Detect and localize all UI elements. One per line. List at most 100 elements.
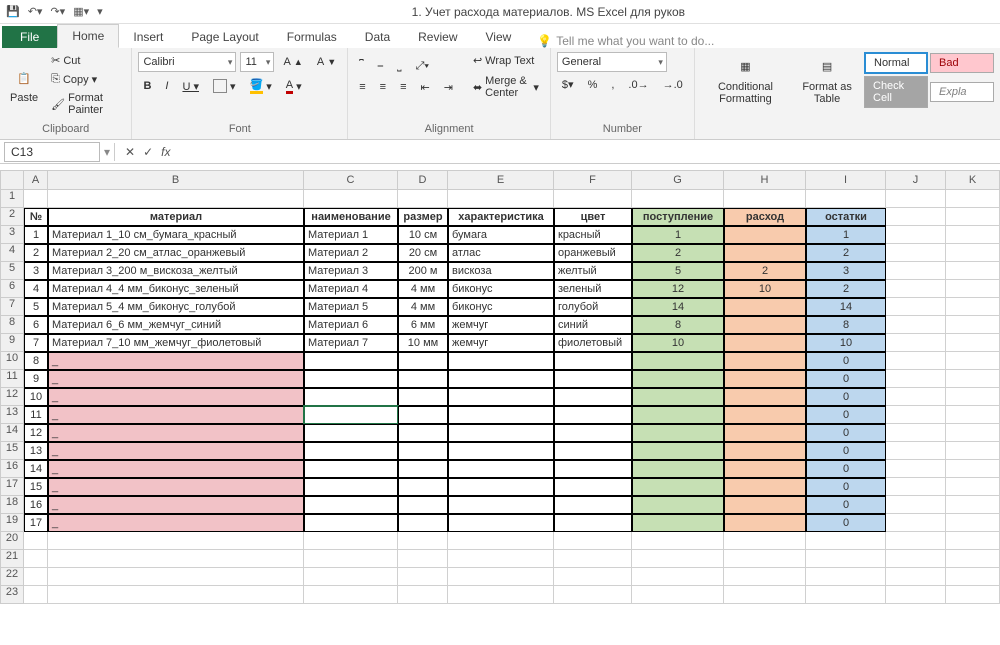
name-box-dropdown-icon[interactable]: ▾ — [104, 145, 110, 159]
cell[interactable]: 8 — [632, 316, 724, 334]
cell[interactable] — [448, 388, 554, 406]
row-header-14[interactable]: 14 — [0, 424, 24, 442]
cell[interactable] — [24, 568, 48, 586]
cell[interactable]: жемчуг — [448, 334, 554, 352]
cell[interactable]: 9 — [24, 370, 48, 388]
cell[interactable]: 3 — [24, 262, 48, 280]
cell[interactable]: 0 — [806, 496, 886, 514]
col-header-A[interactable]: A — [24, 170, 48, 190]
cell[interactable]: 0 — [806, 424, 886, 442]
row-header-6[interactable]: 6 — [0, 280, 24, 298]
save-icon[interactable]: 💾 — [6, 5, 20, 18]
merge-center-button[interactable]: ⬌Merge & Center ▾ — [468, 73, 544, 101]
font-size-select[interactable]: 11 — [240, 52, 274, 72]
cell[interactable] — [886, 442, 946, 460]
cell[interactable] — [448, 460, 554, 478]
cell[interactable] — [946, 280, 1000, 298]
tell-me[interactable]: 💡 Tell me what you want to do... — [537, 34, 714, 48]
row-header-22[interactable]: 22 — [0, 568, 24, 586]
cell[interactable]: фиолетовый — [554, 334, 632, 352]
cell[interactable] — [886, 244, 946, 262]
fill-color-button[interactable]: 🪣▾ — [245, 76, 277, 96]
cell[interactable] — [554, 442, 632, 460]
row-header-5[interactable]: 5 — [0, 262, 24, 280]
cell[interactable] — [946, 424, 1000, 442]
col-header-D[interactable]: D — [398, 170, 448, 190]
cell[interactable] — [886, 316, 946, 334]
cell[interactable]: 6 мм — [398, 316, 448, 334]
cell[interactable] — [946, 298, 1000, 316]
cell[interactable]: 2 — [632, 244, 724, 262]
cell[interactable] — [946, 370, 1000, 388]
cell[interactable]: Материал 2_20 см_атлас_оранжевый — [48, 244, 304, 262]
cell[interactable] — [48, 190, 304, 208]
cell[interactable]: 0 — [806, 460, 886, 478]
cell[interactable]: Материал 5_4 мм_биконус_голубой — [48, 298, 304, 316]
cell[interactable] — [886, 496, 946, 514]
cell[interactable] — [724, 226, 806, 244]
cell[interactable]: _ — [48, 406, 304, 424]
cell[interactable] — [886, 388, 946, 406]
cell[interactable] — [448, 406, 554, 424]
cell[interactable] — [946, 532, 1000, 550]
cell[interactable]: Материал 3_200 м_вискоза_желтый — [48, 262, 304, 280]
col-header-H[interactable]: H — [724, 170, 806, 190]
conditional-formatting-button[interactable]: ▦ Conditional Formatting — [701, 53, 790, 107]
wrap-text-button[interactable]: ↩Wrap Text — [468, 52, 544, 69]
cell[interactable] — [946, 316, 1000, 334]
cell[interactable] — [398, 460, 448, 478]
cell[interactable] — [886, 208, 946, 226]
row-header-9[interactable]: 9 — [0, 334, 24, 352]
cell[interactable]: _ — [48, 514, 304, 532]
align-top-button[interactable]: ⎴ — [354, 58, 368, 75]
cell[interactable] — [946, 208, 1000, 226]
name-box[interactable]: C13 — [4, 142, 100, 162]
cell[interactable] — [886, 478, 946, 496]
cell[interactable]: 14 — [806, 298, 886, 316]
row-header-10[interactable]: 10 — [0, 352, 24, 370]
cell[interactable] — [24, 550, 48, 568]
tab-review[interactable]: Review — [404, 26, 471, 48]
cell[interactable] — [946, 550, 1000, 568]
cell[interactable] — [946, 460, 1000, 478]
cell[interactable]: 17 — [24, 514, 48, 532]
cell[interactable] — [724, 424, 806, 442]
cell[interactable] — [806, 550, 886, 568]
cell[interactable] — [632, 442, 724, 460]
cell[interactable] — [886, 550, 946, 568]
cell[interactable] — [724, 550, 806, 568]
cell[interactable]: 0 — [806, 442, 886, 460]
cell[interactable] — [724, 478, 806, 496]
cell[interactable]: оранжевый — [554, 244, 632, 262]
cell[interactable] — [886, 352, 946, 370]
cell[interactable] — [724, 460, 806, 478]
cell[interactable] — [448, 550, 554, 568]
number-format-select[interactable]: General — [557, 52, 667, 72]
cell[interactable] — [632, 190, 724, 208]
cell[interactable]: характеристика — [448, 208, 554, 226]
cell[interactable] — [24, 586, 48, 604]
cell[interactable] — [886, 298, 946, 316]
cell[interactable] — [554, 388, 632, 406]
cut-button[interactable]: ✂Cut — [46, 52, 125, 69]
cell[interactable] — [632, 460, 724, 478]
cell[interactable] — [632, 406, 724, 424]
cell[interactable]: Материал 3 — [304, 262, 398, 280]
cell[interactable]: Материал 1 — [304, 226, 398, 244]
cell[interactable]: 0 — [806, 406, 886, 424]
cell[interactable] — [632, 586, 724, 604]
cell[interactable] — [946, 388, 1000, 406]
cell[interactable] — [946, 442, 1000, 460]
cell[interactable] — [554, 514, 632, 532]
cell[interactable] — [632, 478, 724, 496]
cell[interactable]: 14 — [24, 460, 48, 478]
cell[interactable] — [398, 424, 448, 442]
col-header-F[interactable]: F — [554, 170, 632, 190]
orientation-button[interactable]: ⤢▾ — [411, 58, 434, 75]
customize-qat-icon[interactable]: ▦▾ — [73, 5, 89, 18]
cell[interactable]: 4 мм — [398, 298, 448, 316]
tab-insert[interactable]: Insert — [119, 26, 177, 48]
cell[interactable] — [304, 370, 398, 388]
cell[interactable] — [886, 514, 946, 532]
cell[interactable] — [398, 496, 448, 514]
